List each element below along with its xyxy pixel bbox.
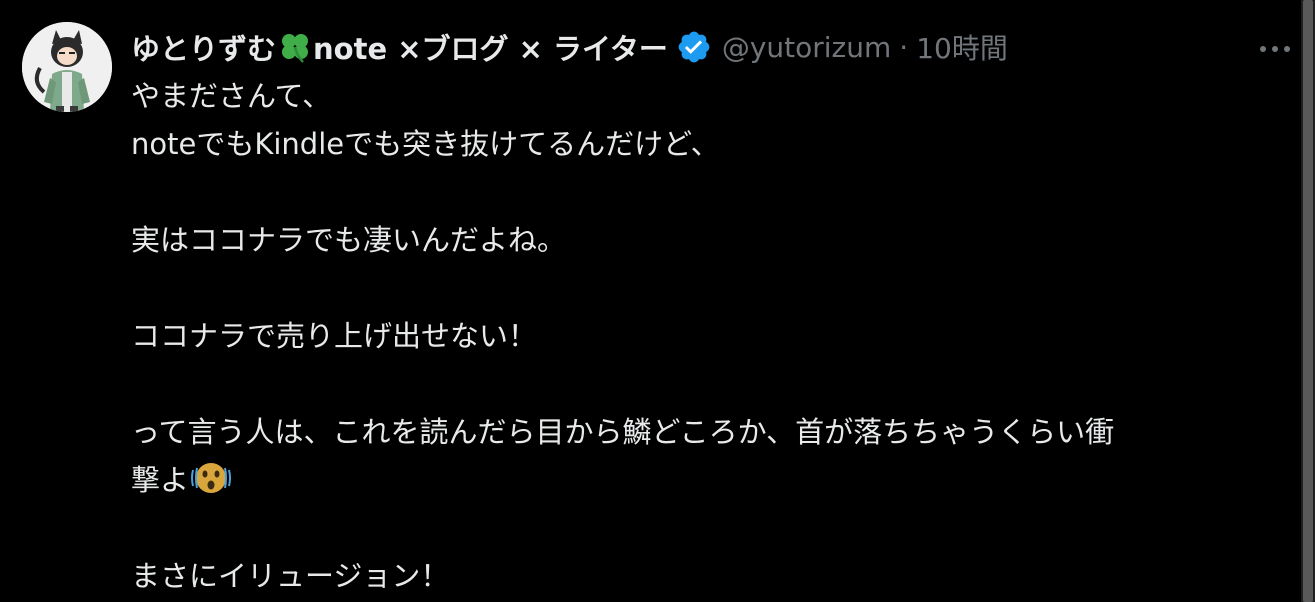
tweet-line-text: 撃よ	[131, 463, 190, 497]
scrollbar-track[interactable]	[1301, 0, 1315, 602]
scrollbar-thumb[interactable]	[1303, 0, 1313, 602]
tweet-line: 実はココナラでも凄いんだよね。	[131, 223, 567, 257]
avatar[interactable]	[22, 22, 112, 112]
tweet: ゆとりずむ note ×ブログ × ライター @yutorizum · 10時間	[0, 0, 1315, 602]
tweet-line: まさにイリュージョン！	[131, 559, 450, 593]
separator-dot: ·	[899, 30, 909, 64]
timestamp[interactable]: 10時間	[916, 27, 1008, 67]
user-handle[interactable]: @yutorizum	[722, 31, 891, 64]
tweet-line: って言う人は、これを読んだら目から鱗どころか、首が落ちちゃうくらい衝	[131, 415, 1115, 449]
tweet-line: やまださんて、	[131, 79, 332, 113]
tweet-line: noteでもKindleでも突き抜けてるんだけど、	[131, 127, 720, 161]
display-name-prefix: ゆとりずむ	[131, 32, 277, 66]
more-options-icon	[1258, 38, 1292, 57]
more-options-button[interactable]	[1255, 30, 1295, 64]
tweet-header: ゆとりずむ note ×ブログ × ライター @yutorizum · 10時間	[131, 24, 1255, 70]
display-name[interactable]: ゆとりずむ note ×ブログ × ライター	[131, 26, 668, 68]
display-name-suffix: note ×ブログ × ライター	[313, 32, 668, 66]
tweet-text: やまださんて、 noteでもKindleでも突き抜けてるんだけど、 実はココナラ…	[131, 72, 1291, 600]
tweet-line-with-emoji: 撃よ	[131, 456, 1291, 504]
tweet-line: ココナラで売り上げ出せない！	[131, 319, 538, 353]
shaking-face-icon	[191, 458, 232, 498]
verified-badge-icon[interactable]	[676, 29, 712, 65]
four-leaf-clover-icon	[277, 30, 313, 64]
